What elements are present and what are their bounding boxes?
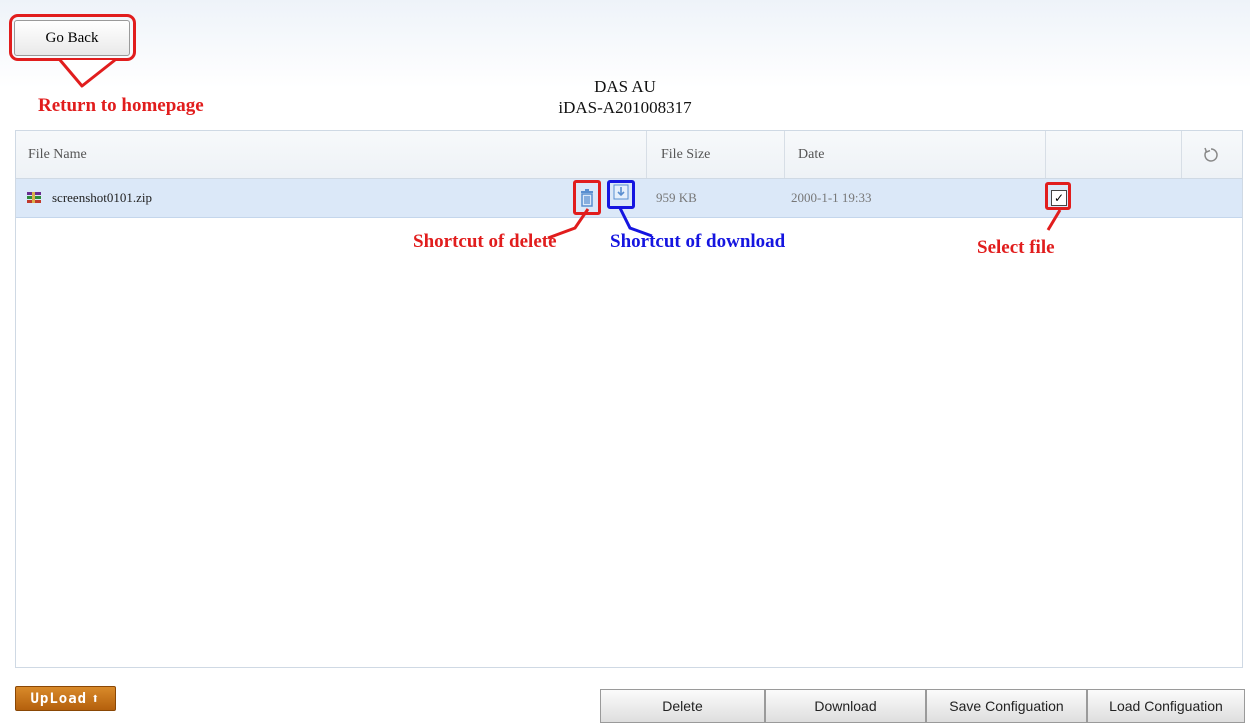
delete-button[interactable]: Delete <box>600 689 765 723</box>
annotation-pointers <box>547 207 1062 240</box>
upload-arrow-icon: ⬆ <box>91 690 101 707</box>
save-configuration-button[interactable]: Save Configuation <box>926 689 1087 723</box>
delete-shortcut-annotation: Shortcut of delete <box>413 231 557 252</box>
download-shortcut-annotation: Shortcut of download <box>610 231 786 252</box>
upload-button[interactable]: UpLoad ⬆ <box>15 686 116 711</box>
load-configuration-button[interactable]: Load Configuation <box>1087 689 1245 723</box>
download-button[interactable]: Download <box>765 689 926 723</box>
upload-label: UpLoad <box>30 690 88 707</box>
select-file-annotation: Select file <box>977 237 1055 258</box>
